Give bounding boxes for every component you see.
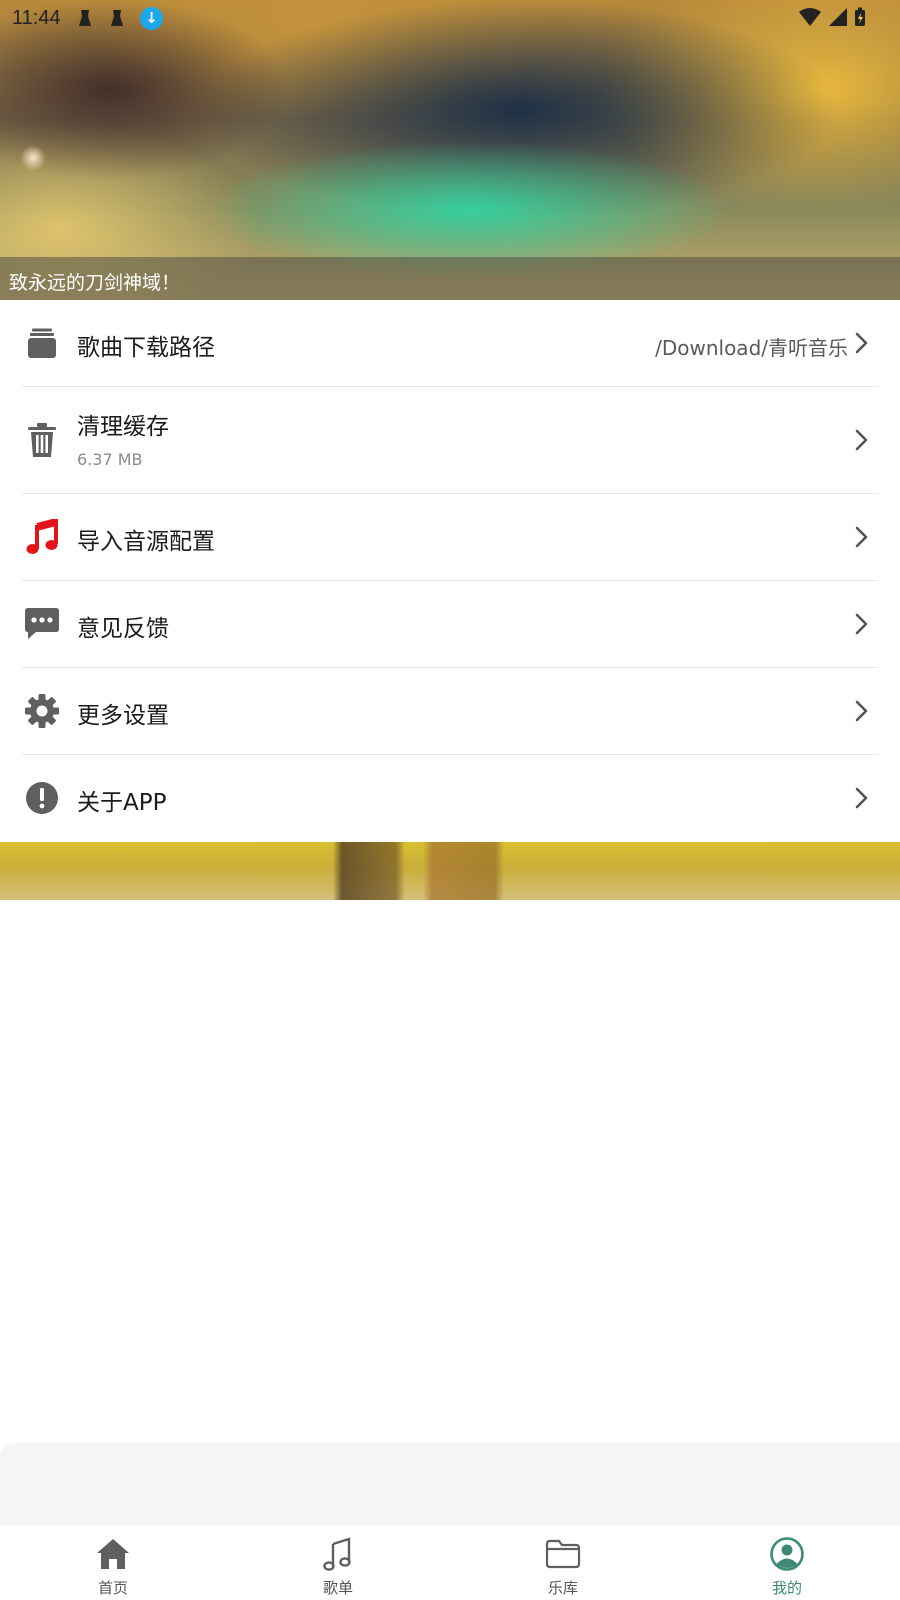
mini-player-bar[interactable] [0,1443,900,1525]
settings-list: 歌曲下载路径 /Download/青听音乐 清理缓存 6.37 MB 导入音源配… [0,300,900,842]
header-banner: 致永远的刀剑神域！ [0,0,900,300]
notification-icon [79,10,91,26]
background-image-strip [0,842,900,900]
chat-bubble-icon [24,606,60,642]
chevron-right-icon [855,332,868,354]
status-time: 11:44 [12,7,61,29]
setting-label: 歌曲下载路径 [77,335,215,361]
chevron-right-icon [855,429,868,451]
nav-home[interactable]: 首页 [53,1525,173,1600]
setting-more[interactable]: 更多设置 [0,668,900,754]
folder-stack-icon [24,325,60,361]
chevron-right-icon [855,700,868,722]
setting-feedback[interactable]: 意见反馈 [0,581,900,667]
nav-label: 歌单 [322,1579,353,1597]
signal-icon [829,8,847,26]
gear-icon [24,693,60,729]
setting-label: 导入音源配置 [77,529,215,555]
info-alert-icon [24,780,60,816]
setting-import-source[interactable]: 导入音源配置 [0,494,900,580]
banner-caption: 致永远的刀剑神域！ [9,272,181,294]
music-note-icon [24,519,60,555]
download-path-value: /Download/青听音乐 [655,336,848,360]
trash-icon [24,422,60,458]
setting-about-app[interactable]: 关于APP [0,755,900,842]
nav-mine[interactable]: 我的 [727,1525,847,1600]
battery-icon [855,7,865,26]
bottom-nav: 首页 歌单 乐库 我的 [0,1525,900,1600]
wifi-icon [799,8,821,26]
nav-label: 首页 [97,1579,128,1597]
status-indicators [798,7,866,27]
cache-size: 6.37 MB [77,450,143,469]
nav-label: 乐库 [547,1579,578,1597]
setting-label: 清理缓存 [77,414,169,440]
chevron-right-icon [855,613,868,635]
setting-label: 关于APP [77,790,167,816]
setting-download-path[interactable]: 歌曲下载路径 /Download/青听音乐 [0,300,900,386]
home-icon [97,1539,129,1569]
setting-clear-cache[interactable]: 清理缓存 6.37 MB [0,387,900,493]
nav-label: 我的 [771,1579,802,1597]
status-bar: 11:44 ↓ [0,0,900,36]
notification-icon [111,10,123,26]
setting-label: 意见反馈 [77,616,169,642]
nav-playlist[interactable]: 歌单 [278,1525,398,1600]
music-note-icon [323,1537,351,1571]
download-status-icon: ↓ [140,7,163,30]
chevron-right-icon [855,787,868,809]
chevron-right-icon [855,526,868,548]
banner-sun-glow [20,145,46,171]
user-circle-icon [770,1537,804,1571]
nav-library[interactable]: 乐库 [503,1525,623,1600]
setting-label: 更多设置 [77,703,169,729]
folder-icon [545,1539,581,1569]
